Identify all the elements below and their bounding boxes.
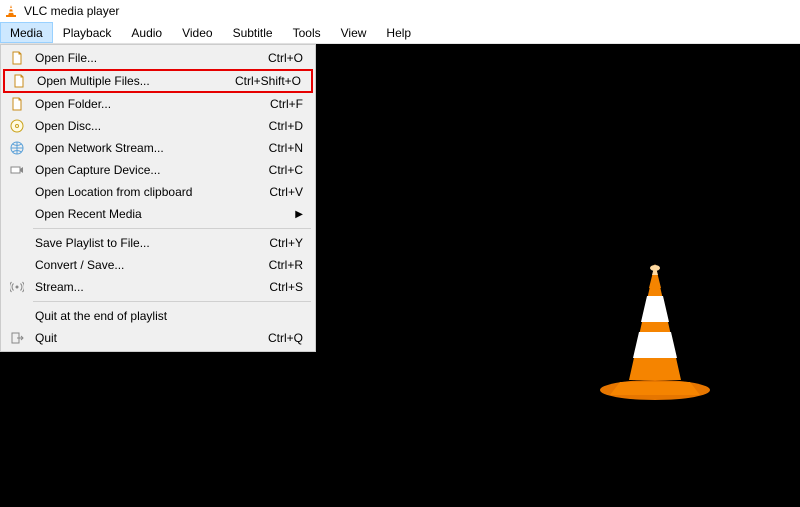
net-icon [5,141,29,155]
disc-icon [5,119,29,133]
menu-item-label: Stream... [29,280,269,294]
quit-icon [5,331,29,345]
doc-icon [5,97,29,111]
cap-icon [5,163,29,177]
menu-item-label: Open Multiple Files... [31,74,235,88]
menu-item-label: Save Playlist to File... [29,236,269,250]
media-dropdown-menu: Open File...Ctrl+OOpen Multiple Files...… [0,44,316,352]
vlc-cone-icon [4,4,18,18]
menu-audio[interactable]: Audio [121,22,172,43]
menu-item-shortcut: Ctrl+V [269,185,311,199]
menu-item-convert-save[interactable]: Convert / Save...Ctrl+R [3,254,313,276]
menubar: Media Playback Audio Video Subtitle Tool… [0,22,800,44]
menu-item-shortcut: Ctrl+Q [268,331,311,345]
menu-item-shortcut: Ctrl+S [269,280,311,294]
menu-item-quit-at-the-end-of-playlist[interactable]: Quit at the end of playlist [3,305,313,327]
menu-item-label: Open Location from clipboard [29,185,269,199]
menu-item-save-playlist-to-file[interactable]: Save Playlist to File...Ctrl+Y [3,232,313,254]
menu-item-shortcut: Ctrl+N [269,141,311,155]
menu-item-shortcut: Ctrl+O [268,51,311,65]
menu-item-shortcut: Ctrl+F [270,97,311,111]
submenu-arrow-icon: ▶ [295,209,311,220]
menu-item-label: Quit [29,331,268,345]
menu-item-shortcut: Ctrl+Shift+O [235,74,309,88]
menu-item-open-multiple-files[interactable]: Open Multiple Files...Ctrl+Shift+O [3,69,313,93]
menu-item-shortcut: Ctrl+Y [269,236,311,250]
menu-item-label: Open Disc... [29,119,269,133]
menu-item-label: Convert / Save... [29,258,269,272]
menu-subtitle[interactable]: Subtitle [223,22,283,43]
menu-separator [33,301,311,302]
doc-icon [5,51,29,65]
menu-item-label: Quit at the end of playlist [29,309,303,323]
menu-tools[interactable]: Tools [283,22,331,43]
titlebar: VLC media player [0,0,800,22]
menu-item-open-disc[interactable]: Open Disc...Ctrl+D [3,115,313,137]
menu-item-label: Open Network Stream... [29,141,269,155]
menu-help[interactable]: Help [376,22,421,43]
menu-separator [33,228,311,229]
menu-item-shortcut: Ctrl+C [269,163,311,177]
menu-item-shortcut: Ctrl+R [269,258,311,272]
menu-view[interactable]: View [331,22,377,43]
menu-video[interactable]: Video [172,22,222,43]
menu-item-shortcut: Ctrl+D [269,119,311,133]
menu-item-open-file[interactable]: Open File...Ctrl+O [3,47,313,69]
menu-item-label: Open Recent Media [29,207,295,221]
menu-item-open-recent-media[interactable]: Open Recent Media▶ [3,203,313,225]
menu-item-label: Open Capture Device... [29,163,269,177]
window-title: VLC media player [24,4,119,18]
menu-item-open-network-stream[interactable]: Open Network Stream...Ctrl+N [3,137,313,159]
menu-item-open-capture-device[interactable]: Open Capture Device...Ctrl+C [3,159,313,181]
menu-item-open-location-from-clipboard[interactable]: Open Location from clipboardCtrl+V [3,181,313,203]
menu-item-open-folder[interactable]: Open Folder...Ctrl+F [3,93,313,115]
menu-item-quit[interactable]: QuitCtrl+Q [3,327,313,349]
menu-media[interactable]: Media [0,22,53,43]
menu-item-label: Open File... [29,51,268,65]
stream-icon [5,280,29,294]
menu-item-label: Open Folder... [29,97,270,111]
vlc-logo-icon [595,260,715,400]
menu-playback[interactable]: Playback [53,22,122,43]
menu-item-stream[interactable]: Stream...Ctrl+S [3,276,313,298]
doc-icon [7,74,31,88]
